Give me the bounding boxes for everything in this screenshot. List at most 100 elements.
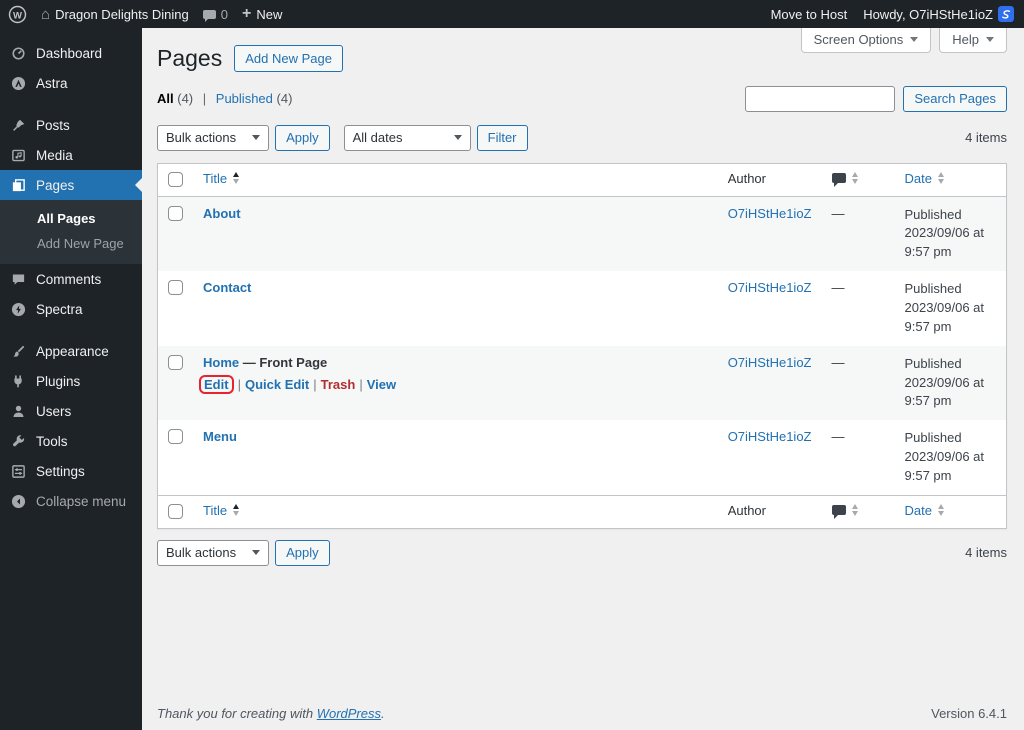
items-count: 4 items [965, 545, 1007, 561]
sidebar-item-all-pages[interactable]: All Pages [0, 206, 142, 231]
screen-options-tab[interactable]: Screen Options [800, 28, 932, 53]
view-all-link[interactable]: All [157, 91, 174, 106]
action-separator: | [237, 376, 241, 392]
author-link[interactable]: O7iHStHe1ioZ [728, 280, 812, 295]
bulk-actions-select[interactable]: Bulk actions [157, 539, 270, 566]
edit-link[interactable]: Edit [204, 377, 229, 392]
row-checkbox[interactable] [168, 205, 183, 221]
sidebar-item-appearance[interactable]: Appearance [0, 336, 142, 366]
sort-by-title[interactable]: Title [203, 503, 240, 518]
view-published-count: (4) [276, 91, 293, 107]
sidebar-item-comments[interactable]: Comments [0, 264, 142, 294]
quick-edit-link[interactable]: Quick Edit [245, 377, 309, 392]
sidebar-item-astra[interactable]: Astra [0, 68, 142, 98]
view-link[interactable]: View [367, 377, 396, 392]
sidebar-item-spectra[interactable]: Spectra [0, 294, 142, 324]
tablenav-bottom: Bulk actions Apply 4 items [157, 539, 1007, 566]
comments-column-icon [831, 504, 846, 519]
sidebar-item-users[interactable]: Users [0, 396, 142, 426]
author-link[interactable]: O7iHStHe1ioZ [728, 206, 812, 221]
admin-bar-comments[interactable]: 0 [202, 6, 228, 22]
filter-button[interactable]: Filter [476, 124, 528, 151]
sidebar-item-label: Pages [36, 177, 75, 193]
column-author-label: Author [727, 502, 766, 518]
sidebar-item-add-new-page[interactable]: Add New Page [0, 231, 142, 256]
help-tab[interactable]: Help [939, 28, 1007, 53]
posts-icon [9, 117, 27, 133]
footer-thanks-text: Thank you for creating with WordPress. [157, 706, 385, 721]
sidebar-item-label: Comments [36, 271, 102, 287]
select-all-checkbox[interactable] [168, 171, 183, 187]
page-title-link[interactable]: Home [203, 355, 239, 370]
sidebar-item-posts[interactable]: Posts [0, 110, 142, 140]
date-filter-select[interactable]: All dates [343, 124, 471, 151]
search-input[interactable] [745, 85, 896, 112]
new-content-button[interactable]: + New [242, 6, 282, 22]
collapse-menu-icon [9, 493, 27, 509]
appearance-icon [9, 343, 27, 359]
author-link[interactable]: O7iHStHe1ioZ [728, 429, 812, 444]
tools-icon [9, 433, 27, 449]
add-new-page-button[interactable]: Add New Page [234, 45, 343, 73]
trash-link[interactable]: Trash [321, 377, 356, 392]
move-to-host-link[interactable]: Move to Host [771, 7, 848, 22]
page-title-link[interactable]: Contact [203, 280, 251, 295]
page-title-link[interactable]: Menu [203, 429, 237, 444]
chevron-down-icon [910, 37, 919, 46]
author-link[interactable]: O7iHStHe1ioZ [728, 355, 812, 370]
sidebar-item-label: Posts [36, 117, 70, 133]
sort-by-comments[interactable] [831, 503, 858, 519]
wordpress-logo-icon[interactable]: W [8, 5, 27, 24]
apply-button[interactable]: Apply [275, 124, 330, 151]
row-checkbox[interactable] [168, 354, 183, 370]
table-row-home: Home — Front Page Edit | Quick Edit | Trash |… [157, 345, 1007, 421]
comments-column-icon [831, 172, 846, 187]
sidebar-item-settings[interactable]: Settings [0, 456, 142, 486]
sort-arrows-icon [851, 503, 858, 516]
sidebar-item-label: Dashboard [36, 45, 103, 61]
sidebar-item-media[interactable]: Media [0, 140, 142, 170]
pages-icon [9, 177, 27, 193]
sidebar-item-label: Tools [36, 433, 68, 449]
row-checkbox[interactable] [168, 280, 183, 296]
avatar [998, 6, 1014, 22]
page-title: Pages [157, 45, 223, 71]
howdy-account-menu[interactable]: Howdy, O7iHStHe1ioZ [863, 6, 1014, 22]
column-date-label: Date [904, 170, 932, 186]
search-pages-button[interactable]: Search Pages [903, 85, 1007, 112]
front-page-badge: — Front Page [242, 354, 328, 370]
pages-table: Title Author Date About O7iHStHe1ioZ — P… [157, 162, 1007, 529]
row-checkbox[interactable] [168, 429, 183, 445]
apply-button[interactable]: Apply [275, 539, 330, 566]
sidebar-item-tools[interactable]: Tools [0, 426, 142, 456]
sort-by-date[interactable]: Date [905, 503, 944, 518]
all-dates-label: All dates [352, 130, 403, 146]
admin-footer: Thank you for creating with WordPress. V… [157, 706, 1007, 721]
sidebar-item-pages[interactable]: Pages [0, 170, 142, 200]
sidebar-item-dashboard[interactable]: Dashboard [0, 38, 142, 68]
pages-submenu: All Pages Add New Page [0, 200, 142, 264]
sort-by-comments[interactable] [831, 171, 858, 187]
sidebar-item-label: Astra [36, 75, 68, 91]
column-author-label: Author [727, 170, 766, 186]
sidebar-item-plugins[interactable]: Plugins [0, 366, 142, 396]
comments-count: 0 [220, 6, 228, 22]
page-title-link[interactable]: About [203, 206, 241, 221]
date-cell: Published 2023/09/06 at 9:57 pm [904, 206, 985, 260]
bulk-actions-select[interactable]: Bulk actions [157, 124, 270, 151]
comments-icon [9, 271, 27, 287]
home-icon: ⌂ [41, 5, 51, 23]
comment-count: — [831, 205, 845, 221]
sort-by-date[interactable]: Date [905, 171, 944, 186]
sidebar-item-collapse-menu[interactable]: Collapse menu [0, 486, 142, 516]
wordpress-link[interactable]: WordPress [317, 706, 381, 721]
comment-count: — [831, 280, 845, 296]
view-separator: | [202, 91, 207, 107]
select-all-checkbox[interactable] [168, 503, 183, 519]
bulk-actions-label: Bulk actions [166, 545, 237, 561]
view-published-link[interactable]: Published [216, 91, 273, 106]
version-label: Version 6.4.1 [931, 706, 1007, 721]
sidebar-item-label: Users [36, 403, 72, 419]
site-name-link[interactable]: ⌂ Dragon Delights Dining [41, 7, 189, 22]
sort-by-title[interactable]: Title [203, 171, 240, 186]
